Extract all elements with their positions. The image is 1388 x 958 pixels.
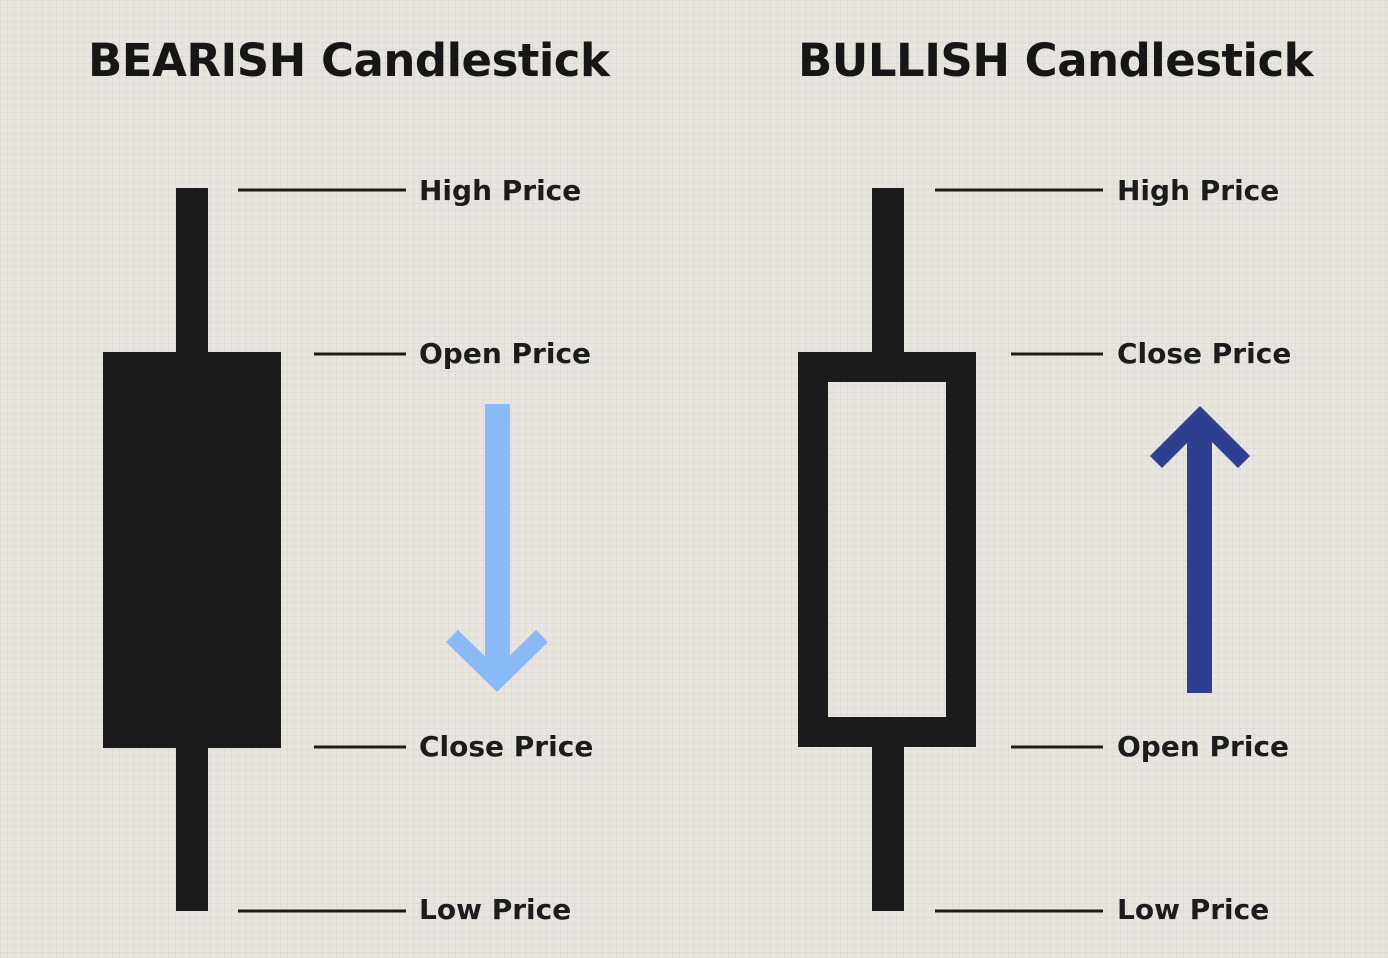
bullish-low-label: Low Price [1117, 893, 1269, 926]
bullish-panel: BULLISH Candlestick High Price Close Pri… [696, 0, 1388, 958]
bearish-diagram: High Price Open Price Close Price Low Pr… [103, 174, 593, 926]
bullish-high-label: High Price [1117, 174, 1279, 207]
bearish-body [103, 352, 281, 748]
bullish-body [798, 352, 976, 747]
arrow-up-icon [1149, 405, 1251, 693]
bullish-diagram: High Price Close Price Open Price Low Pr… [798, 174, 1291, 926]
bullish-lower-wick [872, 746, 904, 911]
bearish-panel: BEARISH Candlestick High Price Open Pric… [0, 0, 694, 958]
arrow-up-shaft [1187, 420, 1212, 693]
arrow-down-icon [446, 404, 548, 692]
arrow-down-shaft [485, 404, 510, 670]
bullish-open-label: Open Price [1117, 730, 1289, 763]
bullish-upper-wick [872, 188, 904, 354]
bearish-low-label: Low Price [419, 893, 571, 926]
bullish-close-label: Close Price [1117, 337, 1291, 370]
bearish-high-label: High Price [419, 174, 581, 207]
bearish-close-label: Close Price [419, 730, 593, 763]
bearish-open-label: Open Price [419, 337, 591, 370]
